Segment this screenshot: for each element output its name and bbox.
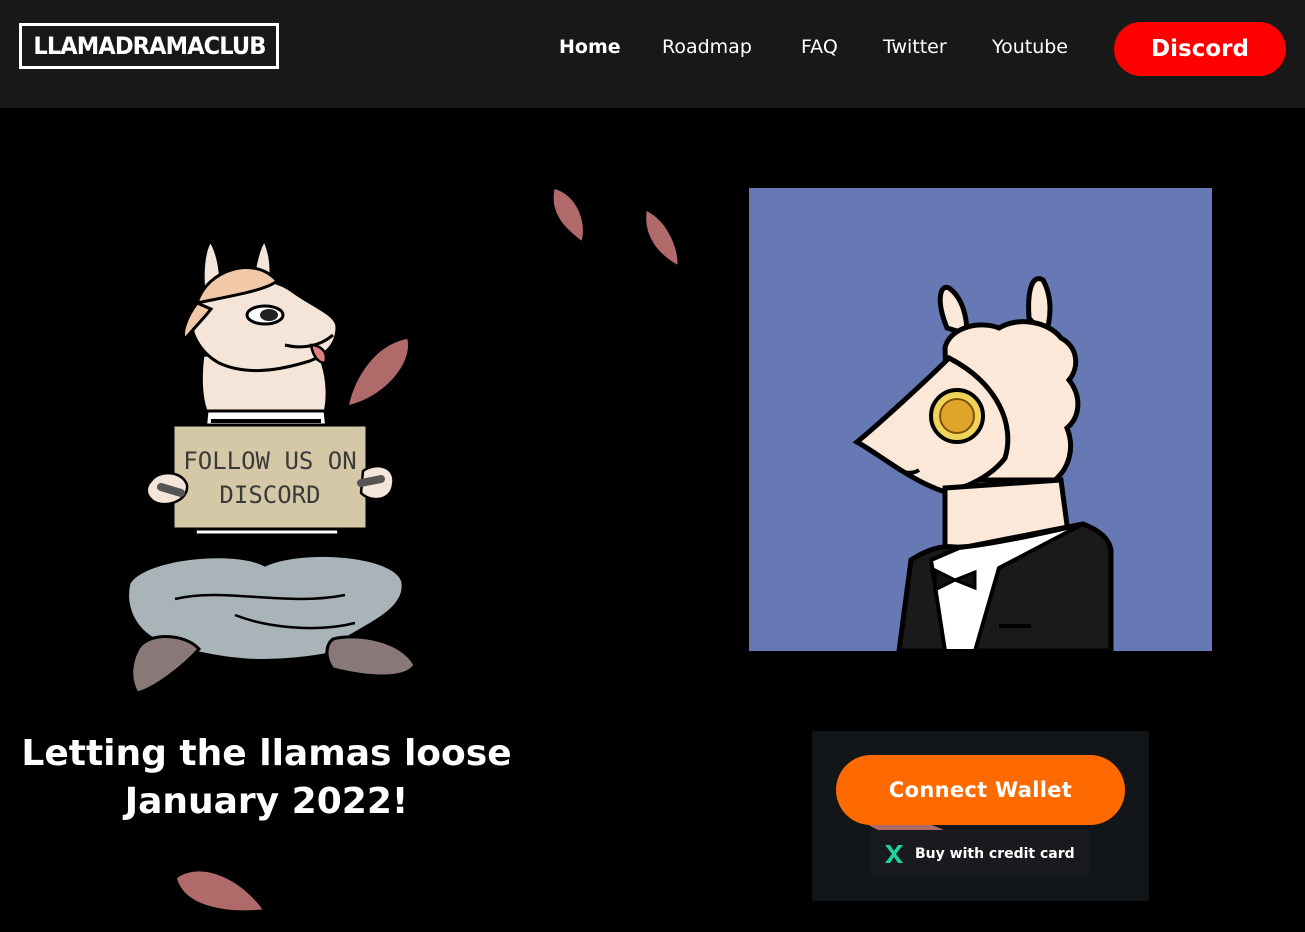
leaf-decoration	[175, 870, 266, 912]
llama-nft-preview-image	[749, 188, 1212, 651]
llama-holding-sign-illustration: FOLLOW US ON DISCORD	[126, 238, 417, 695]
credit-card-label: Buy with credit card	[915, 845, 1075, 862]
sign-text-line1: FOLLOW US ON	[183, 447, 356, 475]
nav-home-link[interactable]: Home	[559, 36, 621, 58]
site-logo[interactable]: LLAMADRAMACLUB	[19, 23, 279, 69]
nav-faq-link[interactable]: FAQ	[801, 36, 838, 58]
nav-twitter-link[interactable]: Twitter	[883, 36, 947, 58]
tagline-line2: January 2022!	[124, 781, 409, 822]
tagline-line1: Letting the llamas loose	[21, 733, 512, 774]
crossmint-x-icon	[885, 844, 903, 863]
connect-wallet-button[interactable]: Connect Wallet	[836, 755, 1125, 825]
leaf-decoration	[644, 208, 679, 268]
nav-youtube-link[interactable]: Youtube	[992, 36, 1068, 58]
buy-with-credit-card-button[interactable]: Buy with credit card	[870, 830, 1090, 877]
nav-roadmap-link[interactable]: Roadmap	[662, 36, 752, 58]
discord-button[interactable]: Discord	[1114, 22, 1286, 76]
sign-text-line2: DISCORD	[219, 481, 320, 509]
leaf-decoration	[552, 187, 585, 244]
logo-text: LLAMADRAMACLUB	[32, 32, 266, 60]
launch-tagline: Letting the llamas loose January 2022!	[0, 730, 533, 826]
top-navbar: LLAMADRAMACLUB Home Roadmap FAQ Twitter …	[0, 0, 1305, 108]
